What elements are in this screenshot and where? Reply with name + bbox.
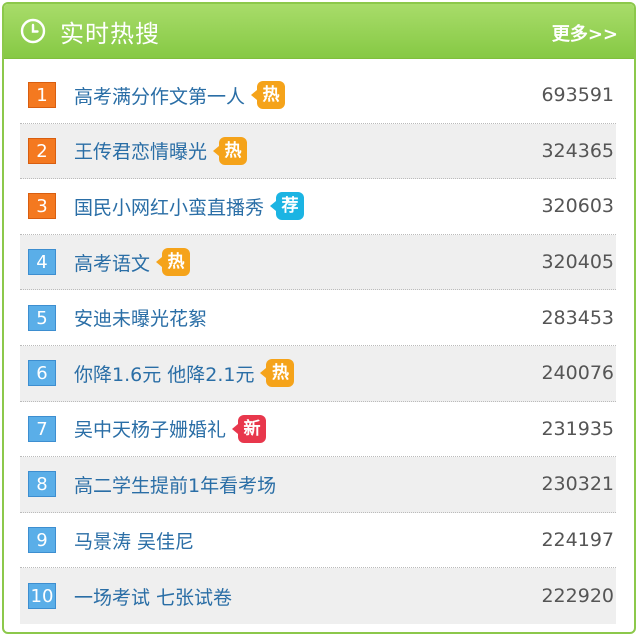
hot-tag-badge: 热 — [213, 136, 248, 165]
rank-badge: 9 — [28, 527, 56, 554]
search-term-link[interactable]: 吴中天杨子姗婚礼 — [74, 415, 226, 442]
search-term-link[interactable]: 你降1.6元 他降2.1元 — [74, 360, 254, 387]
list-item[interactable]: 3 国民小网红小蛮直播秀荐 320603 — [20, 179, 616, 235]
search-count: 693591 — [541, 84, 614, 107]
search-count: 320405 — [541, 251, 614, 274]
rank-badge: 3 — [28, 193, 56, 220]
clock-icon — [20, 18, 46, 44]
list-item[interactable]: 1 高考满分作文第一人热 693591 — [20, 68, 616, 124]
search-term-link[interactable]: 高考满分作文第一人 — [74, 82, 245, 109]
rank-badge: 10 — [28, 583, 56, 610]
list-item[interactable]: 10 一场考试 七张试卷 222920 — [20, 568, 616, 624]
search-term-link[interactable]: 王传君恋情曝光 — [74, 137, 207, 164]
hot-tag-badge: 热 — [260, 359, 295, 388]
search-term-link[interactable]: 高考语文 — [74, 249, 150, 276]
search-term-link[interactable]: 高二学生提前1年看考场 — [74, 471, 276, 498]
search-count: 222920 — [541, 585, 614, 608]
list-item[interactable]: 7 吴中天杨子姗婚礼新 231935 — [20, 402, 616, 458]
rank-badge: 6 — [28, 360, 56, 387]
search-term-link[interactable]: 马景涛 吴佳尼 — [74, 527, 194, 554]
list-item[interactable]: 5 安迪未曝光花絮 283453 — [20, 290, 616, 346]
rank-badge: 5 — [28, 304, 56, 331]
more-link[interactable]: 更多>> — [552, 20, 618, 46]
rank-badge: 8 — [28, 471, 56, 498]
rank-badge: 4 — [28, 249, 56, 276]
search-term-link[interactable]: 国民小网红小蛮直播秀 — [74, 193, 264, 220]
search-count: 320603 — [541, 195, 614, 218]
search-count: 231935 — [541, 417, 614, 440]
list-item[interactable]: 4 高考语文热 320405 — [20, 234, 616, 291]
search-term-link[interactable]: 一场考试 七张试卷 — [74, 583, 232, 610]
new-tag-badge: 新 — [232, 414, 267, 443]
recommend-tag-badge: 荐 — [270, 192, 305, 221]
search-count: 240076 — [541, 362, 614, 385]
rank-badge: 7 — [28, 415, 56, 442]
rank-badge: 2 — [28, 137, 56, 164]
search-count: 230321 — [541, 473, 614, 496]
hot-tag-badge: 热 — [156, 248, 191, 277]
search-count: 283453 — [541, 306, 614, 329]
list-item[interactable]: 2 王传君恋情曝光热 324365 — [20, 123, 616, 180]
list-item[interactable]: 8 高二学生提前1年看考场 230321 — [20, 457, 616, 513]
search-count: 324365 — [541, 139, 614, 162]
panel-title: 实时热搜 — [60, 19, 160, 48]
hot-search-panel: 实时热搜 更多>> 1 高考满分作文第一人热 693591 2 王传君恋情曝光热 3243… — [2, 2, 636, 634]
list-item[interactable]: 9 马景涛 吴佳尼 224197 — [20, 513, 616, 569]
list-item[interactable]: 6 你降1.6元 他降2.1元热 240076 — [20, 345, 616, 402]
search-count: 224197 — [541, 529, 614, 552]
rank-badge: 1 — [28, 82, 56, 109]
hot-search-list: 1 高考满分作文第一人热 693591 2 王传君恋情曝光热 324365 3 国民小网红小蛮… — [20, 68, 616, 624]
hot-tag-badge: 热 — [251, 81, 286, 110]
search-term-link[interactable]: 安迪未曝光花絮 — [74, 304, 207, 331]
panel-header: 实时热搜 更多>> — [4, 4, 634, 59]
